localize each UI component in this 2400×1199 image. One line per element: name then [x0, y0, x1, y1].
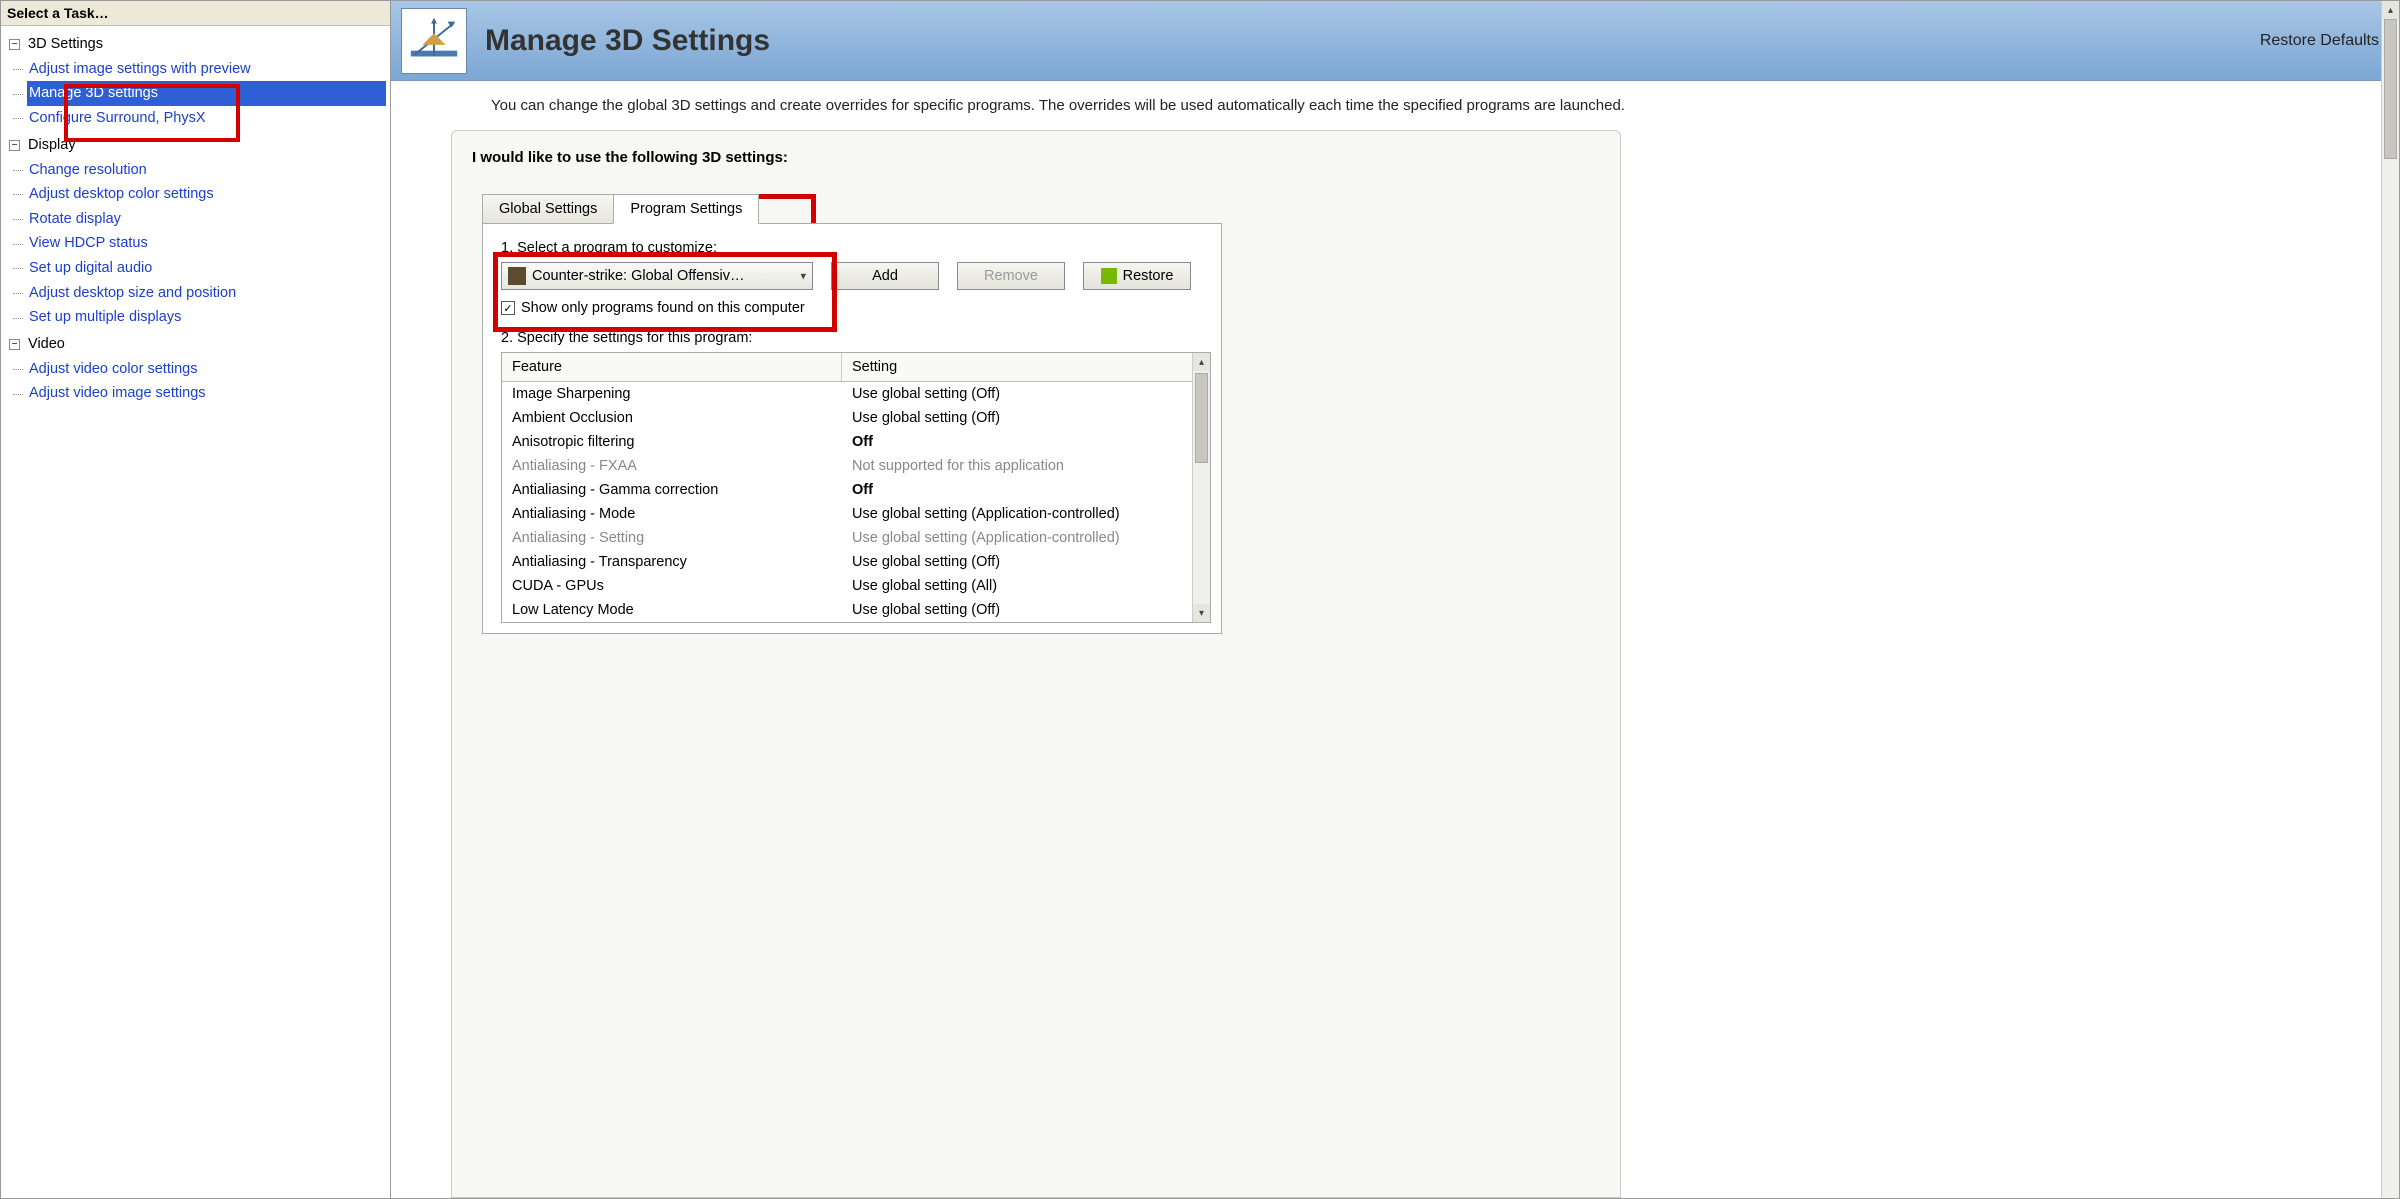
tree-toggle[interactable]: − [9, 39, 20, 50]
remove-button[interactable]: Remove [957, 262, 1065, 290]
feature-cell: Antialiasing - Setting [502, 526, 842, 550]
scroll-thumb[interactable] [2384, 19, 2397, 159]
program-icon [508, 267, 526, 285]
table-row[interactable]: Antialiasing - Gamma correctionOff [502, 478, 1210, 502]
setting-cell: Use global setting (Off) [842, 406, 1210, 430]
sidebar-item-change-resolution[interactable]: Change resolution [27, 158, 386, 183]
page-icon [401, 8, 467, 74]
tree-group-display: Display [28, 137, 76, 153]
page-title: Manage 3D Settings [485, 24, 770, 58]
scroll-up-icon[interactable]: ▴ [1193, 353, 1210, 371]
sidebar-item-multiple-displays[interactable]: Set up multiple displays [27, 305, 386, 330]
tab-global-settings[interactable]: Global Settings [482, 194, 614, 223]
settings-table: Feature Setting Image SharpeningUse glob… [501, 352, 1211, 623]
sidebar: Select a Task… − 3D Settings Adjust imag… [1, 1, 391, 1198]
table-row[interactable]: Antialiasing - SettingUse global setting… [502, 526, 1210, 550]
table-row[interactable]: Ambient OcclusionUse global setting (Off… [502, 406, 1210, 430]
feature-cell: CUDA - GPUs [502, 574, 842, 598]
table-row[interactable]: Image SharpeningUse global setting (Off) [502, 382, 1210, 406]
setting-cell: Use global setting (Application-controll… [842, 502, 1210, 526]
show-only-label: Show only programs found on this compute… [521, 300, 805, 316]
sidebar-item-desktop-size[interactable]: Adjust desktop size and position [27, 281, 386, 306]
sidebar-item-manage-3d[interactable]: Manage 3D settings [27, 81, 386, 106]
tree-toggle[interactable]: − [9, 140, 20, 151]
table-row[interactable]: Low Latency ModeUse global setting (Off) [502, 598, 1210, 622]
tabs-row: Global Settings Program Settings [482, 194, 1600, 223]
scroll-up-icon[interactable]: ▴ [2382, 1, 2399, 19]
setting-cell: Use global setting (Off) [842, 598, 1210, 622]
table-row[interactable]: CUDA - GPUsUse global setting (All) [502, 574, 1210, 598]
table-row[interactable]: Antialiasing - ModeUse global setting (A… [502, 502, 1210, 526]
tree-group-video: Video [28, 336, 65, 352]
setting-cell: Use global setting (Off) [842, 550, 1210, 574]
sidebar-item-hdcp-status[interactable]: View HDCP status [27, 231, 386, 256]
setting-cell: Off [842, 430, 1210, 454]
column-feature[interactable]: Feature [502, 353, 842, 381]
add-button[interactable]: Add [831, 262, 939, 290]
setting-cell: Use global setting (All) [842, 574, 1210, 598]
sidebar-item-video-color[interactable]: Adjust video color settings [27, 357, 386, 382]
feature-cell: Antialiasing - FXAA [502, 454, 842, 478]
settings-panel: I would like to use the following 3D set… [451, 130, 1621, 1198]
tab-body: 1. Select a program to customize: Counte… [482, 223, 1222, 634]
sidebar-item-digital-audio[interactable]: Set up digital audio [27, 256, 386, 281]
sidebar-item-desktop-color[interactable]: Adjust desktop color settings [27, 182, 386, 207]
sidebar-item-rotate-display[interactable]: Rotate display [27, 207, 386, 232]
header-band: Manage 3D Settings Restore Defaults [391, 1, 2399, 81]
tree-group-3d: 3D Settings [28, 36, 103, 52]
feature-cell: Antialiasing - Transparency [502, 550, 842, 574]
tree-toggle[interactable]: − [9, 339, 20, 350]
show-only-checkbox[interactable]: ✓ [501, 301, 515, 315]
program-select[interactable]: Counter-strike: Global Offensiv… ▾ [501, 262, 813, 290]
sidebar-item-surround-physx[interactable]: Configure Surround, PhysX [27, 106, 386, 131]
main-panel: Manage 3D Settings Restore Defaults You … [391, 1, 2399, 1198]
feature-cell: Anisotropic filtering [502, 430, 842, 454]
restore-button-label: Restore [1123, 268, 1174, 284]
nvidia-icon [1101, 268, 1117, 284]
table-row[interactable]: Anisotropic filteringOff [502, 430, 1210, 454]
restore-button[interactable]: Restore [1083, 262, 1191, 290]
feature-cell: Antialiasing - Gamma correction [502, 478, 842, 502]
step1-label: 1. Select a program to customize: [501, 240, 1203, 256]
program-select-value: Counter-strike: Global Offensiv… [532, 268, 744, 284]
feature-cell: Antialiasing - Mode [502, 502, 842, 526]
setting-cell: Use global setting (Application-controll… [842, 526, 1210, 550]
sidebar-header: Select a Task… [1, 1, 390, 26]
step2-label: 2. Specify the settings for this program… [501, 330, 1203, 346]
restore-defaults-link[interactable]: Restore Defaults [2260, 32, 2379, 50]
scroll-down-icon[interactable]: ▾ [1193, 604, 1210, 622]
scroll-thumb[interactable] [1195, 373, 1208, 463]
table-row[interactable]: Antialiasing - FXAANot supported for thi… [502, 454, 1210, 478]
feature-cell: Image Sharpening [502, 382, 842, 406]
table-scrollbar[interactable]: ▴ ▾ [1192, 353, 1210, 622]
page-description: You can change the global 3D settings an… [391, 81, 1991, 126]
sidebar-item-video-image[interactable]: Adjust video image settings [27, 381, 386, 406]
chevron-down-icon: ▾ [800, 270, 806, 283]
setting-cell: Off [842, 478, 1210, 502]
task-tree: − 3D Settings Adjust image settings with… [1, 26, 390, 412]
table-row[interactable]: Antialiasing - TransparencyUse global se… [502, 550, 1210, 574]
panel-heading: I would like to use the following 3D set… [472, 149, 1600, 166]
column-setting[interactable]: Setting [842, 353, 1210, 381]
setting-cell: Use global setting (Off) [842, 382, 1210, 406]
tab-program-settings[interactable]: Program Settings [613, 194, 759, 224]
main-scrollbar[interactable]: ▴ [2381, 1, 2399, 1198]
setting-cell: Not supported for this application [842, 454, 1210, 478]
sidebar-item-adjust-image-preview[interactable]: Adjust image settings with preview [27, 57, 386, 82]
feature-cell: Low Latency Mode [502, 598, 842, 622]
feature-cell: Ambient Occlusion [502, 406, 842, 430]
